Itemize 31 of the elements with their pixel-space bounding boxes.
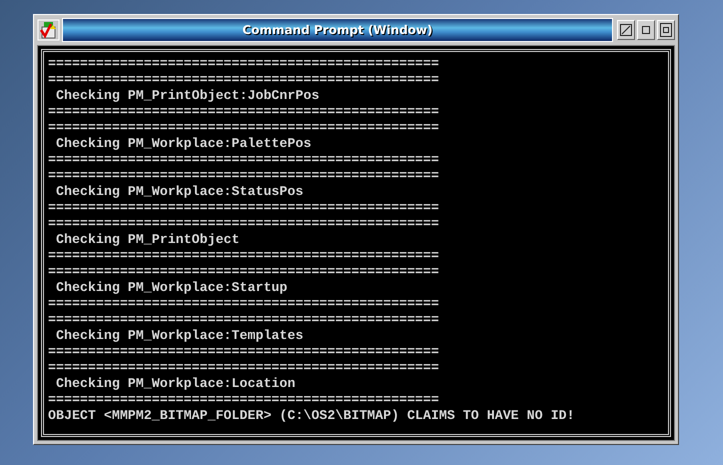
console-line: Checking PM_Workplace:Templates [54, 328, 304, 344]
framed-square-icon [660, 22, 672, 36]
console-line: ================================================= [48, 120, 440, 136]
console-line: ================================================= [48, 296, 440, 312]
console-line: ================================================= [48, 104, 440, 120]
console-line: ================================================= [48, 312, 440, 328]
slash-square-icon [620, 24, 632, 36]
console-line: Checking PM_Workplace:Location [54, 376, 296, 392]
console-line: ================================================= [48, 152, 440, 168]
console-line: Checking PM_PrintObject:JobCnrPos [54, 88, 320, 104]
hide-button[interactable] [617, 20, 635, 40]
console-line: Checking PM_Workplace:PalettePos [54, 136, 312, 152]
console-line: Checking PM_Workplace:StatusPos [54, 184, 304, 200]
window-title: Command Prompt (Window) [62, 18, 613, 42]
maximize-button[interactable] [657, 20, 675, 40]
console-line: ================================================= [48, 216, 440, 232]
console-line: ================================================= [48, 72, 440, 88]
minimize-button[interactable] [637, 20, 655, 40]
printer-check-icon[interactable] [37, 18, 60, 40]
console-line: ================================================= [48, 248, 440, 264]
console-line: ================================================= [48, 56, 440, 72]
console-line: ================================================= [48, 392, 440, 408]
console-line: ================================================= [48, 264, 440, 280]
console-line: Checking PM_PrintObject [54, 232, 241, 248]
small-square-icon [642, 26, 650, 34]
console-line: ================================================= [48, 344, 440, 360]
console-line: ================================================= [48, 168, 440, 184]
console-line: Checking PM_Workplace:Startup [54, 280, 288, 296]
console-line: ================================================= [48, 360, 440, 376]
console-line: ================================================= [48, 200, 440, 216]
console-line: OBJECT <MMPM2_BITMAP_FOLDER> (C:\OS2\BITMAP) CLAIMS TO HAVE NO ID! [48, 408, 576, 424]
